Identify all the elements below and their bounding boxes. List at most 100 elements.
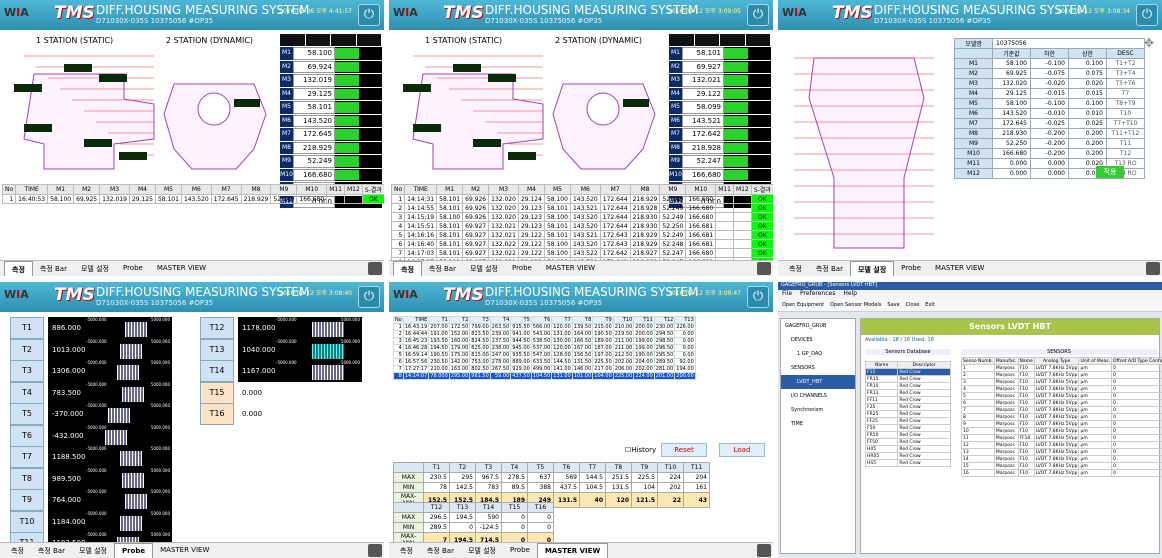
cell[interactable]: 0.000 <box>992 158 1031 169</box>
tab-1[interactable]: 측정 Bar <box>420 543 461 558</box>
table-row[interactable]: M3 132.020 -0.020 0.020 T5+T6 <box>954 78 1145 89</box>
device-tree[interactable]: GAGEFRO_GRUB DEVICES 1 GP_DAQ SENSORS LVDT_H… <box>780 318 856 554</box>
tree-item[interactable]: GAGEFRO_GRUB <box>781 319 855 333</box>
tab-4[interactable]: MASTER VIEW <box>536 543 609 558</box>
power-button[interactable]: ⏻ <box>358 4 380 26</box>
table-row[interactable]: M10 166.680 -0.200 0.200 T12 <box>954 148 1145 159</box>
cell[interactable]: 0.075 <box>1068 68 1107 79</box>
tab-4[interactable]: MASTER VIEW <box>539 261 602 276</box>
table-row[interactable]: 9MarpossF10LVDT 7.8KHz 5Vppμm011 <box>961 420 1162 428</box>
toolbar-save[interactable]: Save <box>887 302 899 308</box>
tab-2[interactable]: 모델 설정 <box>849 261 895 276</box>
table-row[interactable]: FF11 Red Crow <box>864 396 951 404</box>
model-settings-table[interactable]: 모델명 10375056 기준값 하한 상한 DESC M1 58.100 -0.100 0.10… <box>954 38 1145 179</box>
table-row[interactable]: 7 17:27:17 210.00 163.00 802.50 267.50 929.00 4… <box>393 365 696 373</box>
reset-button[interactable]: Reset <box>661 443 707 457</box>
toolbar-exit[interactable]: Exit <box>925 302 934 308</box>
tab-1[interactable]: 측정 Bar <box>31 543 72 558</box>
cell[interactable]: -0.100 <box>1030 98 1069 109</box>
table-row[interactable]: M9 52.250 -0.200 0.200 T11 <box>954 138 1145 149</box>
keyboard-icon[interactable] <box>757 262 771 275</box>
tree-item[interactable]: TIME <box>781 417 855 431</box>
cell[interactable]: 58.100 <box>992 58 1031 69</box>
table-row[interactable]: HR05 Red Crow <box>864 452 951 460</box>
model-value[interactable]: 10375056 <box>992 38 1145 49</box>
table-row[interactable]: 5 16:59:14 190.50 175.00 815.00 247.00 935.50 5… <box>393 351 696 359</box>
tree-item[interactable]: I/O CHANNELS <box>781 389 855 403</box>
table-row[interactable]: 4 16:46:28 194.50 179.00 825.00 238.00 945.00 5… <box>393 344 696 352</box>
table-row[interactable]: M1 58.100 -0.100 0.100 T1+T2 <box>954 58 1145 69</box>
table-row[interactable]: M2 69.925 -0.075 0.075 T3+T4 <box>954 68 1145 79</box>
cell[interactable]: 0.010 <box>1068 108 1107 119</box>
table-row[interactable]: 1 16:40:53 58.100 69.925 132.019 29.125 58.101… <box>1 194 384 204</box>
table-row[interactable]: 7 14:17:03 58.101 69.927 132.022 29.122 58.100… <box>390 248 773 258</box>
table-row[interactable]: M8 218.930 -0.200 0.200 T11+T12 <box>954 128 1145 139</box>
tab-0[interactable]: 측정 <box>782 261 809 276</box>
table-row[interactable]: FR50 Red Crow <box>864 431 951 439</box>
tree-item[interactable]: SENSORS <box>781 361 855 375</box>
tab-2[interactable]: 모델 설정 <box>461 543 503 558</box>
keyboard-icon[interactable] <box>368 262 382 275</box>
table-row[interactable]: M5 58.100 -0.100 0.100 T8+T9 <box>954 98 1145 109</box>
tab-1[interactable]: 측정 Bar <box>809 261 850 276</box>
table-row[interactable]: FR25 Red Crow <box>864 410 951 418</box>
cell[interactable]: 0.000 <box>1030 168 1069 179</box>
tree-item[interactable]: Synchronism <box>781 403 855 417</box>
table-row[interactable]: 15MarpossF10LVDT 7.8KHz 5Vppμm011 <box>961 462 1162 470</box>
cell[interactable]: 166.680 <box>992 148 1031 159</box>
menu-help[interactable]: Help <box>843 290 857 297</box>
tab-3[interactable]: Probe <box>505 261 539 276</box>
tab-0[interactable]: 측정 <box>393 543 420 558</box>
sensor-db-grid[interactable]: Name Descriptor F15 Red Crow FR15 Red Crow FR1… <box>864 361 951 467</box>
table-row[interactable]: FF25 Red Crow <box>864 417 951 425</box>
table-row[interactable]: H05 Red Crow <box>864 445 951 453</box>
tab-3[interactable]: Probe <box>503 543 537 558</box>
toolbar-open-equipment[interactable]: Open Equipment <box>782 302 824 308</box>
table-row[interactable]: 3 14:15:19 58.100 69.926 132.020 29.123 58.100… <box>390 212 773 222</box>
table-row[interactable]: 5 14:16:16 58.101 69.927 132.021 29.122 58.101… <box>390 230 773 240</box>
tab-4[interactable]: MASTER VIEW <box>153 543 216 558</box>
tab-0[interactable]: 측정 <box>4 543 31 558</box>
power-button[interactable]: ⏻ <box>358 286 380 308</box>
table-row[interactable]: 1MarpossF10LVDT 7.8KHz 5Vppμm011 <box>961 364 1162 372</box>
cell[interactable]: 29.125 <box>992 88 1031 99</box>
cell[interactable]: 0.015 <box>1068 88 1107 99</box>
table-row[interactable]: 2MarpossF10LVDT 7.8KHz 5Vppμm011 <box>961 371 1162 379</box>
table-row[interactable]: 8MarpossF10LVDT 7.8KHz 5Vppμm011 <box>961 413 1162 421</box>
cell[interactable]: -0.025 <box>1030 118 1069 129</box>
table-row[interactable]: 6 14:16:40 58.101 69.927 132.022 29.122 58.100… <box>390 239 773 249</box>
cell[interactable]: 0.020 <box>1068 78 1107 89</box>
table-row[interactable]: FR10 Red Crow <box>864 382 951 390</box>
keyboard-icon[interactable] <box>757 544 771 557</box>
cell[interactable]: -0.075 <box>1030 68 1069 79</box>
table-row[interactable]: 8 14:14:07 78.000 295.00 961.50 59.00 437.50 10… <box>393 372 696 380</box>
table-row[interactable]: 5MarpossF10LVDT 7.8KHz 5Vppμm011 <box>961 392 1162 400</box>
table-row[interactable]: F50 Red Crow <box>864 424 951 432</box>
cell[interactable]: 218.930 <box>992 128 1031 139</box>
cell[interactable]: 0.000 <box>992 168 1031 179</box>
table-row[interactable]: 11MarpossFF10LVDT 7.8KHz 5Vppμm011 <box>961 434 1162 442</box>
table-row[interactable]: 6MarpossF10LVDT 7.8KHz 5Vppμm011 <box>961 399 1162 407</box>
table-row[interactable]: FR11 Red Crow <box>864 389 951 397</box>
table-row[interactable]: 10MarpossF10LVDT 7.8KHz 5Vppμm011 <box>961 427 1162 435</box>
toolbar-close[interactable]: Close <box>906 302 920 308</box>
move-icon[interactable]: ✥ <box>1144 36 1154 50</box>
table-row[interactable]: M6 143.520 -0.010 0.010 T10 <box>954 108 1145 119</box>
cell[interactable]: 172.645 <box>992 118 1031 129</box>
power-button[interactable]: ⏻ <box>1136 4 1158 26</box>
cell[interactable]: -0.010 <box>1030 108 1069 119</box>
table-row[interactable]: 1 14:14:31 58.101 69.926 132.020 29.124 58.100… <box>390 194 773 204</box>
table-row[interactable]: 12MarpossF10LVDT 7.8KHz 5Vppμm011 <box>961 441 1162 449</box>
table-row[interactable]: FR15 Red Crow <box>864 375 951 383</box>
menu-preferences[interactable]: Preferences <box>800 290 835 297</box>
keyboard-icon[interactable] <box>368 544 382 557</box>
cell[interactable]: 0.100 <box>1068 58 1107 69</box>
tab-1[interactable]: 측정 Bar <box>422 261 463 276</box>
table-row[interactable]: 3MarpossF10LVDT 7.8KHz 5Vppμm011 <box>961 378 1162 386</box>
keyboard-icon[interactable] <box>1146 262 1160 275</box>
history-checkbox[interactable]: ☐History <box>625 446 656 454</box>
table-row[interactable]: M4 29.125 -0.015 0.015 T7 <box>954 88 1145 99</box>
cell[interactable]: 0.025 <box>1068 118 1107 129</box>
table-row[interactable]: FF50 Red Crow <box>864 438 951 446</box>
toolbar[interactable]: Open Equipment Open Sensor Models Save Clos… <box>778 299 1162 312</box>
